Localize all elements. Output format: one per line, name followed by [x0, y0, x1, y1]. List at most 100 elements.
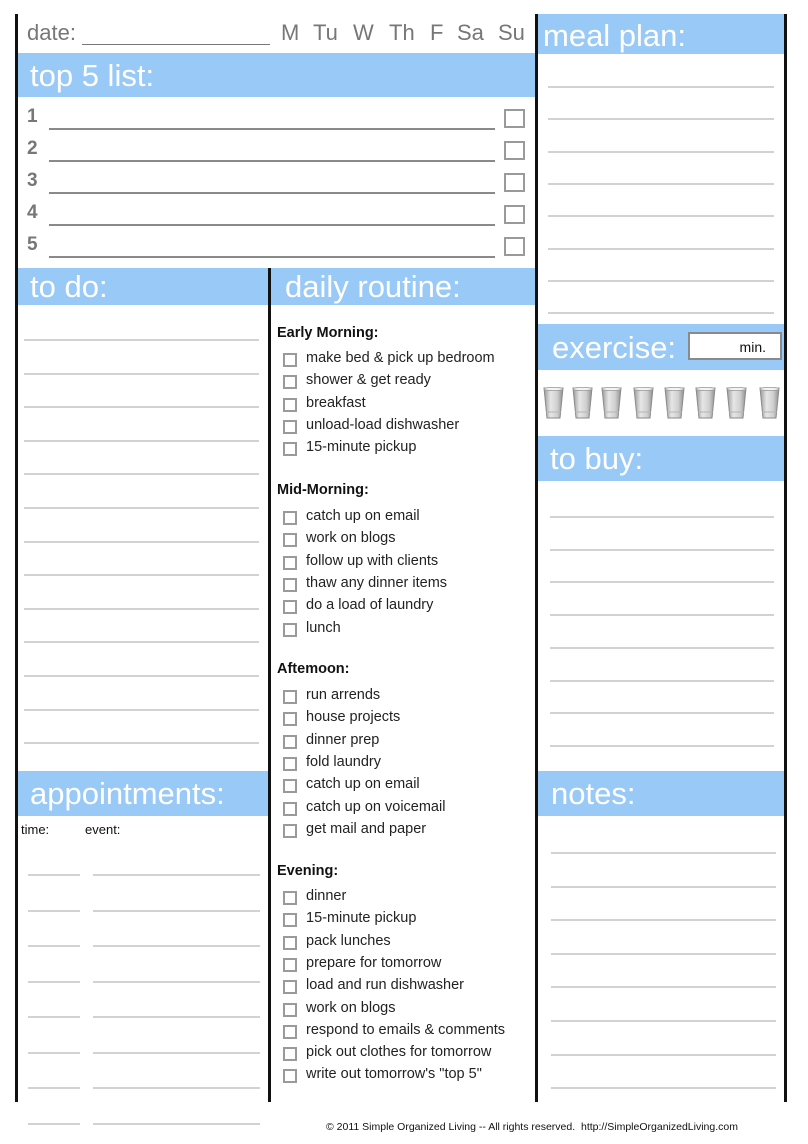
todo-line[interactable] [24, 507, 259, 509]
water-glass-icon[interactable] [633, 386, 654, 420]
notes-line[interactable] [551, 852, 776, 854]
todo-line[interactable] [24, 641, 259, 643]
meal-plan-line[interactable] [548, 248, 774, 250]
appointment-event-line[interactable] [93, 1052, 260, 1054]
day-sunday[interactable]: Su [498, 20, 525, 46]
top5-entry-line[interactable] [49, 256, 495, 258]
appointment-time-line[interactable] [28, 1087, 80, 1089]
appointment-event-line[interactable] [93, 945, 260, 947]
todo-line[interactable] [24, 608, 259, 610]
appointment-event-line[interactable] [93, 910, 260, 912]
top5-checkbox[interactable] [504, 237, 525, 256]
routine-checkbox[interactable] [283, 375, 297, 389]
day-monday[interactable]: M [281, 20, 299, 46]
to-buy-line[interactable] [550, 549, 774, 551]
routine-checkbox[interactable] [283, 757, 297, 771]
notes-line[interactable] [551, 1054, 776, 1056]
top5-entry-line[interactable] [49, 160, 495, 162]
notes-line[interactable] [551, 886, 776, 888]
todo-line[interactable] [24, 574, 259, 576]
routine-checkbox[interactable] [283, 600, 297, 614]
meal-plan-line[interactable] [548, 86, 774, 88]
to-buy-line[interactable] [550, 516, 774, 518]
todo-line[interactable] [24, 339, 259, 341]
routine-checkbox[interactable] [283, 1047, 297, 1061]
water-glass-icon[interactable] [601, 386, 622, 420]
to-buy-line[interactable] [550, 647, 774, 649]
meal-plan-line[interactable] [548, 118, 774, 120]
routine-checkbox[interactable] [283, 802, 297, 816]
water-glass-icon[interactable] [572, 386, 593, 420]
routine-checkbox[interactable] [283, 442, 297, 456]
routine-checkbox[interactable] [283, 578, 297, 592]
notes-line[interactable] [551, 1087, 776, 1089]
routine-checkbox[interactable] [283, 1025, 297, 1039]
meal-plan-line[interactable] [548, 312, 774, 314]
routine-checkbox[interactable] [283, 690, 297, 704]
day-wednesday[interactable]: W [353, 20, 374, 46]
notes-line[interactable] [551, 986, 776, 988]
date-input-line[interactable] [82, 44, 270, 45]
routine-checkbox[interactable] [283, 398, 297, 412]
to-buy-line[interactable] [550, 680, 774, 682]
top5-checkbox[interactable] [504, 173, 525, 192]
day-thursday[interactable]: Th [389, 20, 415, 46]
routine-checkbox[interactable] [283, 533, 297, 547]
appointment-time-line[interactable] [28, 945, 80, 947]
to-buy-line[interactable] [550, 745, 774, 747]
appointment-time-line[interactable] [28, 981, 80, 983]
to-buy-line[interactable] [550, 614, 774, 616]
exercise-minutes-input[interactable]: min. [688, 332, 782, 360]
meal-plan-line[interactable] [548, 280, 774, 282]
appointment-time-line[interactable] [28, 1016, 80, 1018]
routine-checkbox[interactable] [283, 958, 297, 972]
appointment-time-line[interactable] [28, 910, 80, 912]
meal-plan-line[interactable] [548, 151, 774, 153]
water-glass-icon[interactable] [759, 386, 780, 420]
appointment-time-line[interactable] [28, 1052, 80, 1054]
appointment-event-line[interactable] [93, 1087, 260, 1089]
routine-checkbox[interactable] [283, 936, 297, 950]
routine-checkbox[interactable] [283, 420, 297, 434]
routine-checkbox[interactable] [283, 980, 297, 994]
appointment-time-line[interactable] [28, 874, 80, 876]
appointment-event-line[interactable] [93, 1123, 260, 1125]
water-glass-icon[interactable] [664, 386, 685, 420]
routine-checkbox[interactable] [283, 1003, 297, 1017]
routine-checkbox[interactable] [283, 735, 297, 749]
todo-line[interactable] [24, 742, 259, 744]
todo-line[interactable] [24, 541, 259, 543]
appointment-event-line[interactable] [93, 1016, 260, 1018]
routine-checkbox[interactable] [283, 913, 297, 927]
notes-line[interactable] [551, 953, 776, 955]
water-glass-icon[interactable] [543, 386, 564, 420]
routine-checkbox[interactable] [283, 353, 297, 367]
todo-line[interactable] [24, 406, 259, 408]
routine-checkbox[interactable] [283, 511, 297, 525]
water-glass-icon[interactable] [695, 386, 716, 420]
todo-line[interactable] [24, 473, 259, 475]
routine-checkbox[interactable] [283, 556, 297, 570]
routine-checkbox[interactable] [283, 824, 297, 838]
to-buy-line[interactable] [550, 581, 774, 583]
todo-line[interactable] [24, 373, 259, 375]
todo-line[interactable] [24, 709, 259, 711]
todo-line[interactable] [24, 440, 259, 442]
top5-entry-line[interactable] [49, 128, 495, 130]
to-buy-line[interactable] [550, 712, 774, 714]
notes-line[interactable] [551, 1020, 776, 1022]
day-tuesday[interactable]: Tu [313, 20, 338, 46]
todo-line[interactable] [24, 675, 259, 677]
day-saturday[interactable]: Sa [457, 20, 484, 46]
top5-checkbox[interactable] [504, 205, 525, 224]
routine-checkbox[interactable] [283, 623, 297, 637]
appointment-event-line[interactable] [93, 981, 260, 983]
routine-checkbox[interactable] [283, 1069, 297, 1083]
day-friday[interactable]: F [430, 20, 443, 46]
meal-plan-line[interactable] [548, 183, 774, 185]
notes-line[interactable] [551, 919, 776, 921]
top5-checkbox[interactable] [504, 109, 525, 128]
routine-checkbox[interactable] [283, 891, 297, 905]
top5-checkbox[interactable] [504, 141, 525, 160]
water-glass-icon[interactable] [726, 386, 747, 420]
